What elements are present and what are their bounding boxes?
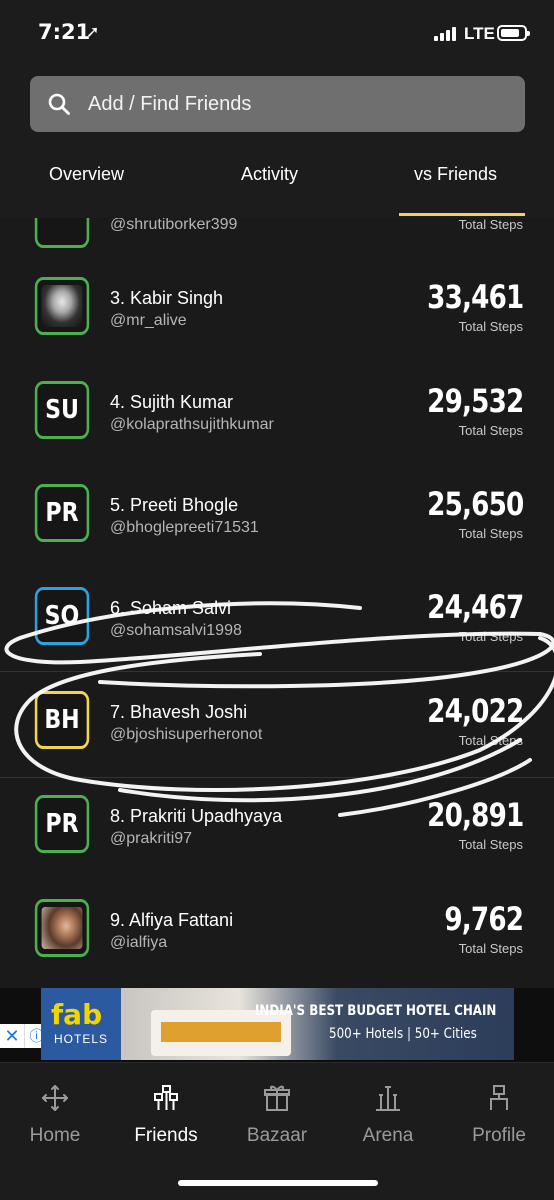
steps-count: 29,532 <box>426 382 524 420</box>
nav-item-arena[interactable]: Arena <box>333 1083 443 1147</box>
steps-label: Total Steps <box>458 733 523 748</box>
nav-label: Bazaar <box>246 1125 308 1146</box>
leaderboard-row[interactable]: PR 8. Prakriti Upadhyaya @prakriti97 20,… <box>0 778 554 882</box>
tab-vs-friends[interactable]: vs Friends <box>414 164 497 185</box>
steps-label: Total Steps <box>458 629 523 644</box>
ad-logo-subtext: HOTELS <box>54 1032 109 1046</box>
user-handle: @kolaprathsujithkumar <box>110 416 274 433</box>
ad-subline: 500+ Hotels | 50+ Cities <box>329 1026 477 1042</box>
avatar <box>34 899 90 957</box>
user-name: 6. Soham Salvi <box>110 598 232 618</box>
arena-icon <box>376 1086 400 1111</box>
signal-icon <box>434 27 460 41</box>
steps-label: Total Steps <box>458 941 523 956</box>
steps-label: Total Steps <box>458 319 523 334</box>
leaderboard-row[interactable]: PR 5. Preeti Bhogle @bhoglepreeti71531 2… <box>0 467 554 571</box>
steps-count: 24,467 <box>426 588 524 626</box>
leaderboard-row[interactable]: 9. Alfiya Fattani @ialfiya 9,762 Total S… <box>0 882 554 986</box>
search-bar[interactable] <box>30 76 525 132</box>
user-name: 5. Preeti Bhogle <box>110 495 239 515</box>
user-name: 4. Sujith Kumar <box>110 392 234 412</box>
avatar: SU <box>34 381 90 439</box>
steps-label: Total Steps <box>458 423 523 438</box>
network-type: LTE <box>464 24 495 43</box>
leaderboard-row[interactable]: @shrutiborker399 Total Steps <box>0 218 554 248</box>
nav-label: Home <box>29 1125 81 1146</box>
leaderboard-row[interactable]: SO 6. Soham Salvi @sohamsalvi1998 24,467… <box>0 570 554 674</box>
nav-item-bazaar[interactable]: Bazaar <box>222 1083 332 1147</box>
leaderboard-row[interactable]: 3. Kabir Singh @mr_alive 33,461 Total St… <box>0 260 554 364</box>
home-icon <box>42 1085 68 1111</box>
profile-icon <box>490 1085 508 1110</box>
nav-item-home[interactable]: Home <box>0 1083 110 1147</box>
user-name: 3. Kabir Singh <box>110 288 224 308</box>
nav-label: Arena <box>362 1125 414 1146</box>
battery-icon <box>497 25 530 41</box>
tab-bar: Overview Activity vs Friends <box>0 158 554 218</box>
avatar <box>34 277 90 335</box>
avatar-photo <box>41 285 83 327</box>
nav-label: Friends <box>134 1125 198 1146</box>
status-bar: 7:21 ➚ LTE <box>0 0 554 70</box>
user-handle: @ialfiya <box>110 934 168 951</box>
steps-label: Total Steps <box>458 218 523 232</box>
location-arrow-icon: ➚ <box>86 24 100 41</box>
avatar: BH <box>34 691 90 749</box>
nav-item-friends[interactable]: Friends <box>111 1083 221 1147</box>
ad-logo[interactable]: fab HOTELS <box>41 988 121 1060</box>
header: Overview Activity vs Friends <box>0 70 554 218</box>
ad-headline: INDIA'S BEST BUDGET HOTEL CHAIN <box>255 1003 497 1019</box>
user-name: 9. Alfiya Fattani <box>110 910 234 930</box>
avatar: PR <box>34 484 90 542</box>
user-handle: @mr_alive <box>110 312 187 329</box>
ad-image[interactable] <box>121 988 514 1060</box>
avatar: PR <box>34 795 90 853</box>
steps-count: 25,650 <box>426 485 524 523</box>
user-handle: @bjoshisuperheronot <box>110 726 263 743</box>
ad-logo-text: fab <box>51 998 103 1031</box>
avatar <box>34 218 90 248</box>
nav-item-profile[interactable]: Profile <box>444 1083 554 1147</box>
steps-label: Total Steps <box>458 837 523 852</box>
user-name: 7. Bhavesh Joshi <box>110 702 248 722</box>
steps-count: 24,022 <box>426 692 524 730</box>
steps-count: 33,461 <box>426 278 524 316</box>
user-handle: @bhoglepreeti71531 <box>110 519 259 536</box>
user-handle: @prakriti97 <box>110 830 193 847</box>
steps-count: 20,891 <box>426 796 524 834</box>
nav-label: Profile <box>472 1125 526 1146</box>
leaderboard-row[interactable]: SU 4. Sujith Kumar @kolaprathsujithkumar… <box>0 364 554 468</box>
user-handle: @sohamsalvi1998 <box>110 622 242 639</box>
tab-overview[interactable]: Overview <box>49 164 124 185</box>
tab-activity[interactable]: Activity <box>241 164 298 185</box>
bazaar-icon <box>264 1085 290 1111</box>
search-icon <box>48 93 70 115</box>
avatar-photo <box>41 907 83 949</box>
ad-banner[interactable]: ✕ ⓘ fab HOTELS INDIA'S BEST BUDGET HOTEL… <box>0 988 554 1062</box>
avatar: SO <box>34 587 90 645</box>
friends-icon <box>154 1085 178 1110</box>
search-input[interactable] <box>88 89 488 119</box>
row-divider <box>0 671 554 672</box>
ad-bed-blanket <box>161 1022 281 1042</box>
user-name: 8. Prakriti Upadhyaya <box>110 806 283 826</box>
status-time: 7:21 <box>38 20 91 44</box>
leaderboard-row-current-user[interactable]: BH 7. Bhavesh Joshi @bjoshisuperheronot … <box>0 674 554 778</box>
home-indicator[interactable] <box>178 1180 378 1186</box>
steps-label: Total Steps <box>458 526 523 541</box>
ad-close-icon[interactable]: ✕ <box>0 1024 24 1048</box>
steps-count: 9,762 <box>444 900 524 938</box>
user-handle: @shrutiborker399 <box>110 218 238 233</box>
leaderboard-list[interactable]: @shrutiborker399 Total Steps 3. Kabir Si… <box>0 218 554 988</box>
active-tab-indicator <box>399 213 525 216</box>
